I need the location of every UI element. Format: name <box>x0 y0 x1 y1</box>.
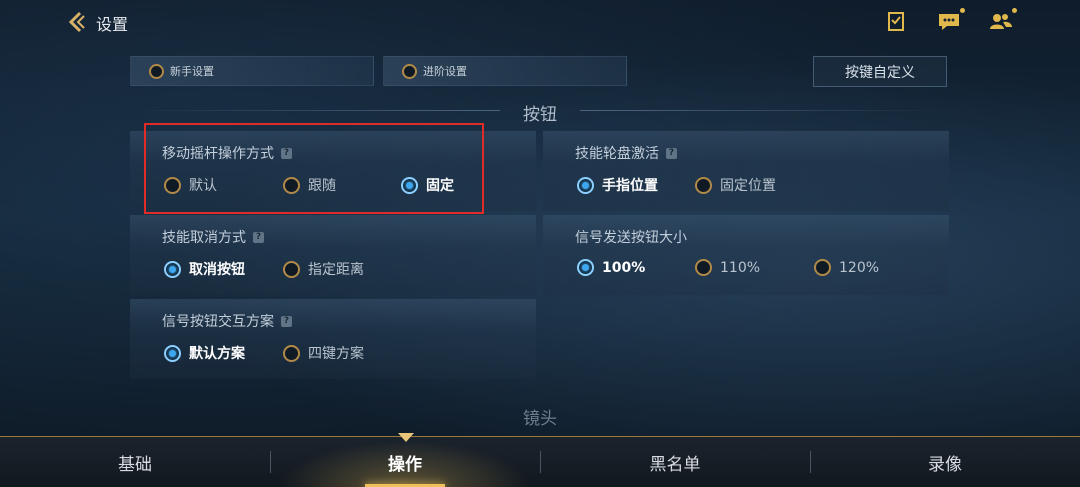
radio-selected-icon <box>164 344 181 362</box>
panel-title: 信号发送按钮大小 <box>575 230 687 246</box>
panel-heading: 信号发送按钮大小 <box>575 227 687 247</box>
radio-icon <box>283 176 300 194</box>
option-fixed-position[interactable]: 固定位置 <box>695 175 776 195</box>
panel-heading: 移动摇杆操作方式 ? <box>162 143 292 163</box>
option-set-distance[interactable]: 指定距离 <box>283 259 364 279</box>
chat-icon[interactable] <box>937 8 965 34</box>
radio-icon <box>814 259 831 276</box>
radio-icon <box>695 176 712 194</box>
radio-icon <box>283 260 300 278</box>
section-title-camera: 镜头 <box>523 409 557 429</box>
radio-selected-icon <box>164 260 181 278</box>
panel-heading: 信号按钮交互方案 ? <box>162 311 292 331</box>
panel-title: 信号按钮交互方案 <box>162 314 274 330</box>
option-label: 固定位置 <box>720 178 776 194</box>
option-follow[interactable]: 跟随 <box>283 175 336 195</box>
option-label: 手指位置 <box>602 178 658 194</box>
help-icon[interactable]: ? <box>281 147 292 159</box>
skill-wheel-panel: 技能轮盘激活 ? 手指位置 固定位置 <box>543 131 949 211</box>
page-title: 设置 <box>96 15 129 34</box>
option-default-scheme[interactable]: 默认方案 <box>164 343 245 363</box>
radio-icon <box>149 63 164 79</box>
panel-title: 移动摇杆操作方式 <box>162 146 274 162</box>
bottom-nav: 基础 操作 黑名单 录像 <box>0 433 1080 487</box>
panel-title: 技能取消方式 <box>162 230 246 246</box>
divider-left <box>130 110 500 111</box>
divider-right <box>580 110 950 111</box>
radio-icon <box>283 344 300 362</box>
signal-scheme-panel: 信号按钮交互方案 ? 默认方案 四键方案 <box>130 299 536 379</box>
radio-icon <box>695 259 712 276</box>
option-label: 指定距离 <box>308 262 364 278</box>
back-arrow-icon[interactable] <box>64 10 88 34</box>
top-bar: 设置 <box>0 0 1080 46</box>
section-title-buttons: 按钮 <box>523 105 557 125</box>
help-icon[interactable]: ? <box>281 315 292 327</box>
panel-heading: 技能轮盘激活 ? <box>575 143 677 163</box>
radio-selected-icon <box>401 176 418 194</box>
option-label: 110% <box>720 259 761 276</box>
option-size-120[interactable]: 120% <box>814 259 879 276</box>
option-label: 默认方案 <box>189 346 245 362</box>
customize-keys-button[interactable]: 按键自定义 <box>813 56 947 87</box>
friends-icon[interactable] <box>989 8 1017 34</box>
tab-blacklist[interactable]: 黑名单 <box>540 437 810 487</box>
option-default[interactable]: 默认 <box>164 175 217 195</box>
option-label: 默认 <box>189 178 217 194</box>
help-icon[interactable]: ? <box>253 231 264 243</box>
panel-title: 技能轮盘激活 <box>575 146 659 162</box>
help-icon[interactable]: ? <box>666 147 677 159</box>
option-label: 四键方案 <box>308 346 364 362</box>
option-four-key-scheme[interactable]: 四键方案 <box>283 343 364 363</box>
option-label: 固定 <box>426 178 454 194</box>
option-finger-position[interactable]: 手指位置 <box>577 175 658 195</box>
tab-label: 进阶设置 <box>423 65 467 78</box>
tab-label: 新手设置 <box>170 65 214 78</box>
tab-basic[interactable]: 基础 <box>0 437 270 487</box>
option-label: 取消按钮 <box>189 262 245 278</box>
radio-selected-icon <box>577 176 594 194</box>
option-fixed[interactable]: 固定 <box>401 175 454 195</box>
joystick-mode-panel: 移动摇杆操作方式 ? 默认 跟随 固定 <box>130 131 536 211</box>
option-label: 跟随 <box>308 178 336 194</box>
radio-icon <box>164 176 181 194</box>
option-cancel-button[interactable]: 取消按钮 <box>164 259 245 279</box>
tab-replays[interactable]: 录像 <box>810 437 1080 487</box>
option-label: 120% <box>839 259 880 276</box>
skill-cancel-panel: 技能取消方式 ? 取消按钮 指定距离 <box>130 215 536 295</box>
task-icon[interactable] <box>885 10 911 34</box>
radio-selected-icon <box>577 259 594 276</box>
option-size-110[interactable]: 110% <box>695 259 760 276</box>
tab-advanced-settings[interactable]: 进阶设置 <box>383 56 627 86</box>
panel-heading: 技能取消方式 ? <box>162 227 264 247</box>
signal-size-panel: 信号发送按钮大小 100% 110% 120% <box>543 215 949 295</box>
tab-controls[interactable]: 操作 <box>270 437 540 487</box>
radio-icon <box>402 63 417 79</box>
tab-beginner-settings[interactable]: 新手设置 <box>130 56 374 86</box>
option-label: 100% <box>602 259 646 276</box>
option-size-100[interactable]: 100% <box>577 259 645 276</box>
